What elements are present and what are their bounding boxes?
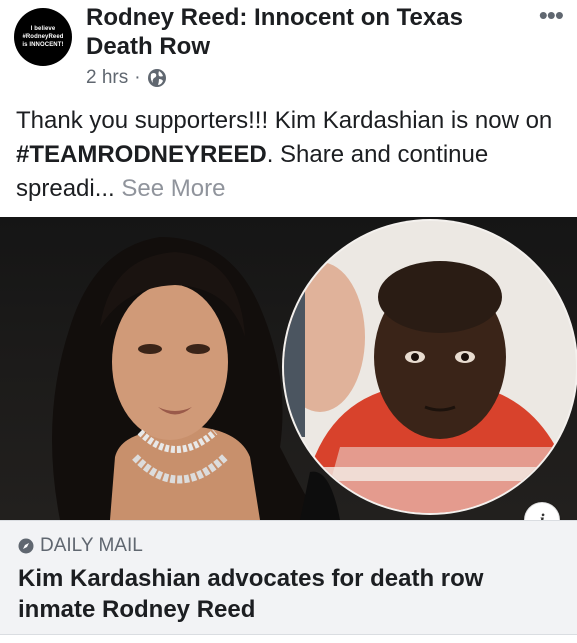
meta-separator: · — [134, 67, 141, 88]
page-avatar[interactable]: I believe #RodneyReed is INNOCENT! — [14, 8, 72, 66]
link-headline[interactable]: Kim Kardashian advocates for death row i… — [18, 563, 558, 625]
avatar-line: is INNOCENT! — [22, 42, 64, 48]
avatar-line: #RodneyReed — [22, 34, 64, 40]
link-source-name: DAILY MAIL — [40, 535, 143, 556]
compass-icon — [18, 538, 34, 554]
post-message: Thank you supporters!!! Kim Kardashian i… — [16, 104, 561, 206]
avatar-line: I believe — [30, 26, 56, 32]
link-preview-card[interactable]: DAILY MAIL Kim Kardashian advocates for … — [0, 520, 577, 635]
post-text-part: Thank you supporters!!! Kim Kardashian i… — [16, 107, 553, 134]
link-source: DAILY MAIL — [18, 535, 143, 557]
post-timestamp[interactable]: 2 hrs — [86, 67, 128, 89]
photo-illustration — [52, 219, 577, 520]
see-more-link[interactable]: See More — [121, 175, 225, 202]
more-options-icon[interactable]: ••• — [539, 0, 564, 31]
page-name-link[interactable]: Rodney Reed: Innocent on Texas Death Row — [86, 3, 516, 61]
post-card: I believe #RodneyReed is INNOCENT! Rodne… — [0, 0, 577, 643]
hashtag-link[interactable]: #TEAMRODNEYREED — [16, 141, 267, 168]
post-meta: 2 hrs · — [86, 67, 167, 89]
globe-icon[interactable] — [147, 68, 167, 88]
link-preview-image[interactable] — [0, 217, 577, 520]
